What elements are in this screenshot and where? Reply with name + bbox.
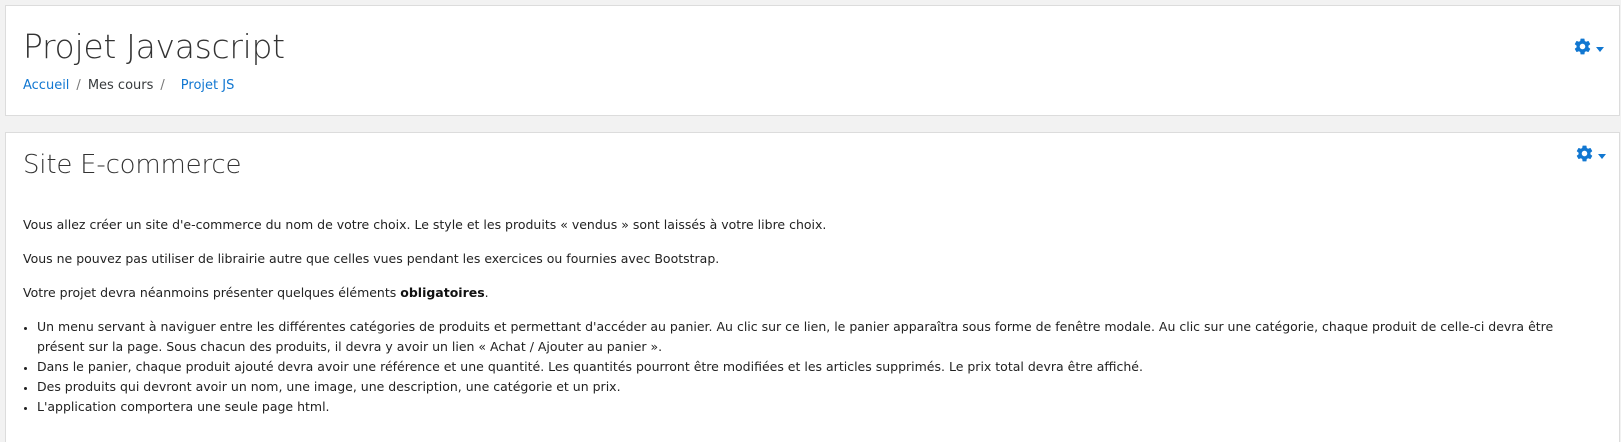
paragraph: Vous ne pouvez pas utiliser de librairie…	[23, 251, 720, 266]
caret-down-icon	[1596, 46, 1604, 52]
breadcrumb-item-projet-js[interactable]: Projet JS	[181, 78, 235, 93]
gear-icon	[1573, 37, 1592, 61]
paragraph-intro: Votre projet devra néanmoins présenter q…	[23, 283, 1583, 303]
assignment-description: Vous allez créer un site d'e-commerce du…	[23, 215, 1583, 417]
intro-bold: obligatoires	[400, 285, 485, 300]
list-item: Dans le panier, chaque produit ajouté de…	[37, 357, 1583, 377]
gear-icon	[1575, 144, 1594, 168]
course-actions-menu[interactable]	[1573, 37, 1604, 61]
intro-text: Votre projet devra néanmoins présenter q…	[23, 285, 401, 300]
list-item: Des produits qui devront avoir un nom, u…	[37, 377, 1583, 397]
section-title: Site E-commerce	[23, 150, 242, 180]
main-content: Site E-commerce Vous allez créer un site…	[5, 132, 1620, 442]
paragraph: Vous allez créer un site d'e-commerce du…	[23, 217, 827, 232]
requirements-list: Un menu servant à naviguer entre les dif…	[23, 317, 1583, 417]
page-header: Projet Javascript Accueil / Mes cours / …	[5, 5, 1620, 116]
intro-suffix: .	[484, 285, 489, 300]
list-item: Un menu servant à naviguer entre les dif…	[37, 317, 1583, 357]
breadcrumb: Accueil / Mes cours / Projet JS	[23, 78, 234, 93]
caret-down-icon	[1598, 153, 1606, 159]
breadcrumb-item-accueil[interactable]: Accueil	[23, 78, 69, 93]
list-item: L'application comportera une seule page …	[37, 397, 1583, 417]
breadcrumb-item-mes-cours: Mes cours	[87, 78, 154, 93]
section-actions-menu[interactable]	[1575, 144, 1606, 168]
page-title: Projet Javascript	[23, 27, 285, 66]
breadcrumb-separator: /	[160, 78, 165, 93]
breadcrumb-separator: /	[76, 78, 81, 93]
